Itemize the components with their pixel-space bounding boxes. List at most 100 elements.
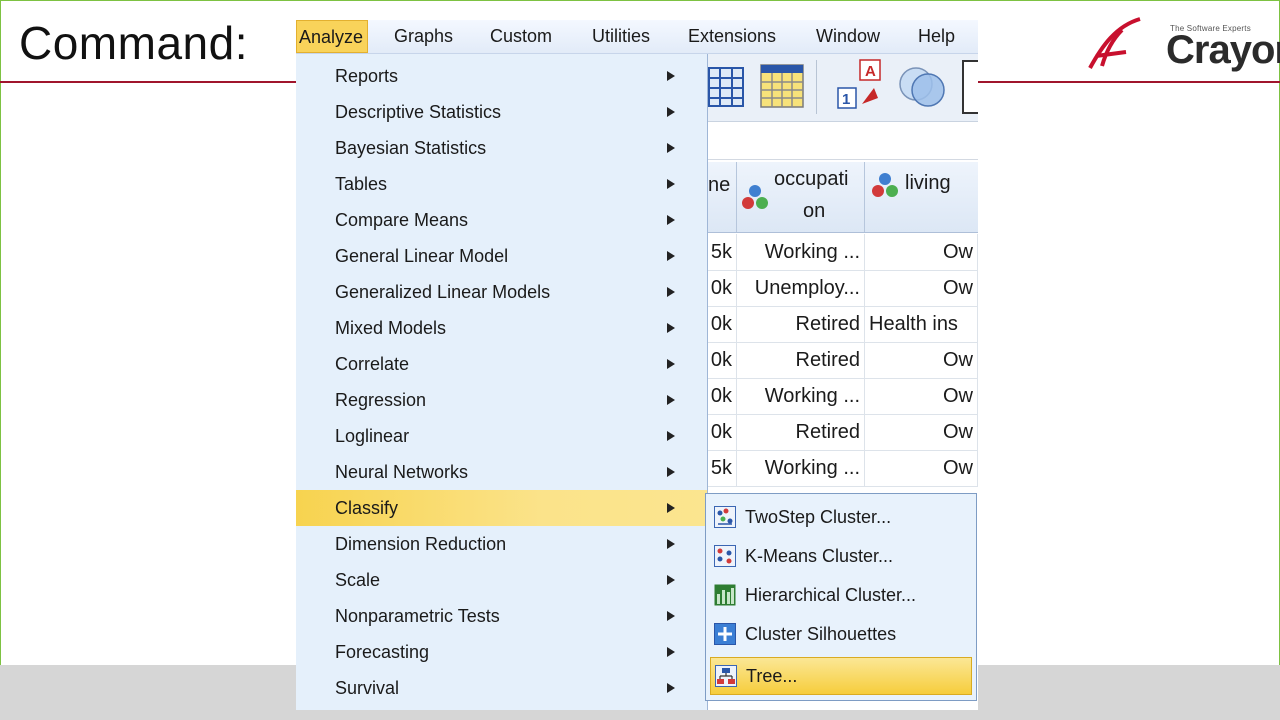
table-row: 0k Working ... Ow <box>708 378 978 415</box>
data-view-grid-icon[interactable] <box>708 64 744 110</box>
cell-editor-bar[interactable] <box>708 123 978 160</box>
submenu-arrow-icon <box>667 359 675 369</box>
toolbar-separator <box>816 60 817 114</box>
menu-item-tables[interactable]: Tables <box>296 166 707 202</box>
submenu-arrow-icon <box>667 539 675 549</box>
table-row: 5k Working ... Ow <box>708 234 978 271</box>
table-row: 0k Retired Ow <box>708 414 978 451</box>
menu-item-descriptive-statistics[interactable]: Descriptive Statistics <box>296 94 707 130</box>
menubar-help[interactable]: Help <box>916 20 957 53</box>
menu-item-label: Mixed Models <box>335 318 447 338</box>
menubar-window-label: Window <box>816 26 881 46</box>
submenu-item-label: Hierarchical Cluster... <box>745 585 917 605</box>
table-cell[interactable]: 5k <box>708 234 737 270</box>
table-cell[interactable]: Ow <box>865 450 978 486</box>
submenu-arrow-icon <box>667 323 675 333</box>
menubar-utilities[interactable]: Utilities <box>590 20 652 53</box>
submenu-item-hierarchical-cluster[interactable]: Hierarchical Cluster... <box>710 577 972 613</box>
menu-item-dimension-reduction[interactable]: Dimension Reduction <box>296 526 707 562</box>
table-cell[interactable]: Working ... <box>737 450 865 486</box>
menu-item-survival[interactable]: Survival <box>296 670 707 706</box>
crayon-logo: The Software Experts Crayon <box>1082 16 1280 72</box>
submenu-arrow-icon <box>667 431 675 441</box>
table-cell[interactable]: 5k <box>708 450 737 486</box>
column-header[interactable]: ne <box>708 162 737 232</box>
menu-item-correlate[interactable]: Correlate <box>296 346 707 382</box>
table-cell[interactable]: Ow <box>865 378 978 414</box>
submenu-arrow-icon <box>667 215 675 225</box>
submenu-item-cluster-silhouettes[interactable]: Cluster Silhouettes <box>710 616 972 652</box>
menubar-utilities-label: Utilities <box>592 26 651 46</box>
menu-item-neural-networks[interactable]: Neural Networks <box>296 454 707 490</box>
grid-header: ne occupati on living <box>708 162 978 233</box>
menu-item-label: Forecasting <box>335 642 430 662</box>
submenu-arrow-icon <box>667 611 675 621</box>
menu-item-classify[interactable]: Classify <box>296 490 707 526</box>
menubar-window[interactable]: Window <box>814 20 882 53</box>
submenu-item-kmeans-cluster[interactable]: K-Means Cluster... <box>710 538 972 574</box>
table-cell[interactable]: Health ins <box>865 306 978 342</box>
menu-item-reports[interactable]: Reports <box>296 58 707 94</box>
svg-text:1: 1 <box>842 91 850 108</box>
table-cell[interactable]: Working ... <box>737 234 865 270</box>
table-cell[interactable]: Retired <box>737 306 865 342</box>
table-cell[interactable]: 0k <box>708 414 737 450</box>
menu-item-bayesian-statistics[interactable]: Bayesian Statistics <box>296 130 707 166</box>
menu-item-label: Classify <box>335 498 399 518</box>
menu-item-generalized-linear-models[interactable]: Generalized Linear Models <box>296 274 707 310</box>
column-header-label: ne <box>708 174 731 196</box>
table-cell[interactable]: Retired <box>737 342 865 378</box>
kmeans-cluster-icon <box>714 545 736 567</box>
menu-item-label: Correlate <box>335 354 410 374</box>
menu-item-mixed-models[interactable]: Mixed Models <box>296 310 707 346</box>
table-cell[interactable]: Ow <box>865 342 978 378</box>
use-sets-icon[interactable] <box>894 62 950 110</box>
menu-item-loglinear[interactable]: Loglinear <box>296 418 707 454</box>
column-header-occupation[interactable]: occupati on <box>737 162 865 232</box>
cluster-silhouettes-icon <box>714 623 736 645</box>
submenu-arrow-icon <box>667 287 675 297</box>
menu-item-compare-means[interactable]: Compare Means <box>296 202 707 238</box>
table-cell[interactable]: Working ... <box>737 378 865 414</box>
menu-item-label: Descriptive Statistics <box>335 102 502 122</box>
menu-item-label: Reports <box>335 66 399 86</box>
table-cell[interactable]: 0k <box>708 270 737 306</box>
tree-icon <box>715 665 737 687</box>
menu-item-label: Dimension Reduction <box>335 534 507 554</box>
menu-item-forecasting[interactable]: Forecasting <box>296 634 707 670</box>
submenu-arrow-icon <box>667 143 675 153</box>
submenu-item-label: TwoStep Cluster... <box>745 507 892 527</box>
menu-item-nonparametric-tests[interactable]: Nonparametric Tests <box>296 598 707 634</box>
menu-item-label: Tables <box>335 174 388 194</box>
menubar-custom[interactable]: Custom <box>488 20 554 53</box>
menu-item-scale[interactable]: Scale <box>296 562 707 598</box>
table-row: 0k Retired Health ins <box>708 306 978 343</box>
toolbar-cutoff-button[interactable] <box>962 60 978 114</box>
submenu-item-twostep-cluster[interactable]: TwoStep Cluster... <box>710 499 972 535</box>
menu-item-general-linear-model[interactable]: General Linear Model <box>296 238 707 274</box>
value-labels-icon[interactable]: A 1 <box>832 58 888 114</box>
menu-item-label: Neural Networks <box>335 462 469 482</box>
table-cell[interactable]: 0k <box>708 306 737 342</box>
submenu-item-tree[interactable]: Tree... <box>710 657 972 695</box>
table-cell[interactable]: Ow <box>865 234 978 270</box>
toolbar: A 1 <box>708 54 978 122</box>
menubar-extensions[interactable]: Extensions <box>686 20 778 53</box>
spss-window: Analyze Graphs Custom Utilities Extensio… <box>296 20 978 710</box>
menubar-graphs[interactable]: Graphs <box>392 20 455 53</box>
table-row: 0k Unemploy... Ow <box>708 270 978 307</box>
menu-item-label: Regression <box>335 390 427 410</box>
column-header-living[interactable]: living <box>865 162 978 232</box>
variable-view-grid-icon[interactable] <box>760 62 804 110</box>
table-cell[interactable]: Unemploy... <box>737 270 865 306</box>
table-cell[interactable]: Retired <box>737 414 865 450</box>
menubar-analyze[interactable]: Analyze <box>296 20 368 53</box>
twostep-cluster-icon <box>714 506 736 528</box>
table-cell[interactable]: Ow <box>865 270 978 306</box>
table-cell[interactable]: Ow <box>865 414 978 450</box>
hierarchical-cluster-icon <box>714 584 736 606</box>
menu-item-regression[interactable]: Regression <box>296 382 707 418</box>
table-cell[interactable]: 0k <box>708 378 737 414</box>
menu-item-label: Compare Means <box>335 210 469 230</box>
table-cell[interactable]: 0k <box>708 342 737 378</box>
